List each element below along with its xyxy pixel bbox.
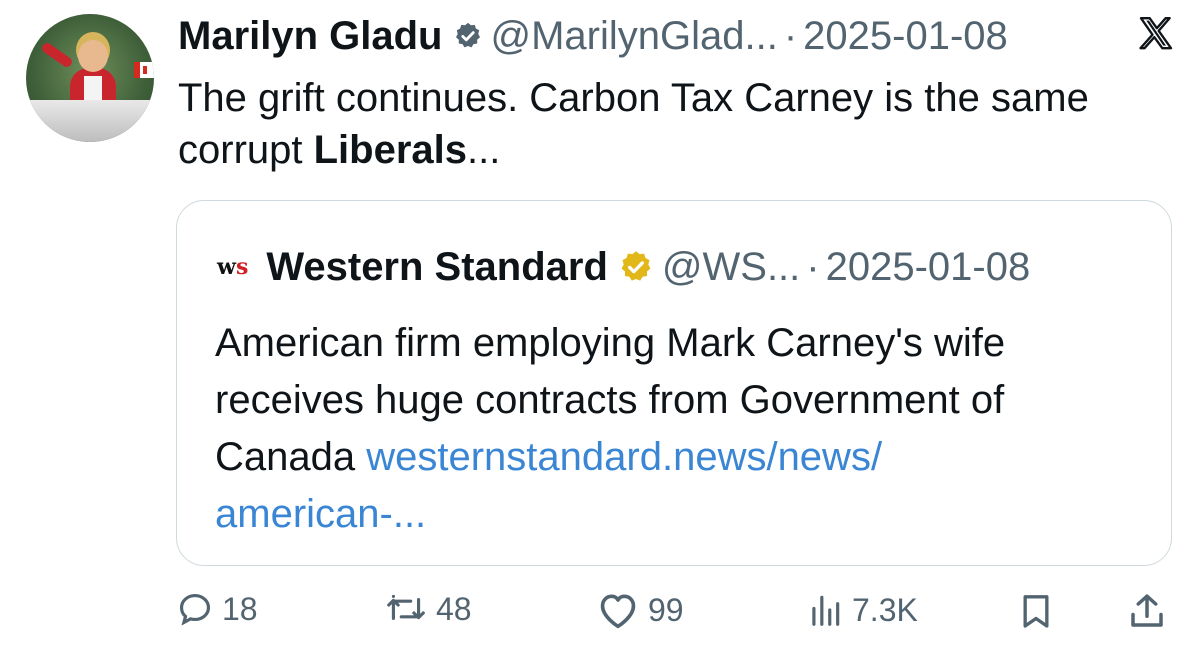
repost-count: 48: [436, 590, 472, 627]
action-bar: 18 48 99 7.3K: [0, 590, 1200, 640]
tweet-text: The grift continues. Carbon Tax Carney i…: [178, 72, 1178, 176]
quoted-text-line: American firm employing Mark Carney's wi…: [215, 321, 1006, 365]
like-count: 99: [648, 591, 684, 628]
x-logo-icon[interactable]: [1136, 14, 1176, 54]
quoted-tweet-card[interactable]: ws Western Standard @WS... · 2025-01-08 …: [176, 200, 1172, 566]
separator-dot: ·: [783, 14, 798, 58]
article-link-continued[interactable]: american-...: [215, 486, 1135, 543]
quoted-author-handle[interactable]: @WS...: [662, 243, 800, 291]
bookmark-icon: [1023, 595, 1049, 628]
reply-button[interactable]: 18: [176, 590, 258, 628]
tweet-text-bold: Liberals: [313, 128, 468, 172]
view-count: 7.3K: [852, 591, 918, 628]
repost-icon: [387, 594, 425, 620]
quoted-text-line: receives huge contracts from Government …: [215, 378, 1005, 422]
views-chart-icon: [812, 595, 840, 626]
heart-icon: [600, 594, 636, 629]
tweet-date[interactable]: 2025-01-08: [803, 12, 1008, 60]
views-button[interactable]: 7.3K: [806, 590, 918, 630]
reply-icon: [179, 593, 211, 626]
reply-count: 18: [222, 590, 258, 627]
author-name[interactable]: Marilyn Gladu: [178, 12, 443, 60]
tweet-header: Marilyn Gladu @MarilynGlad... · 2025-01-…: [178, 12, 1008, 60]
verified-badge-icon: [455, 22, 480, 48]
repost-button[interactable]: 48: [384, 590, 472, 628]
bookmark-button[interactable]: [1016, 590, 1056, 632]
share-button[interactable]: [1126, 590, 1168, 632]
author-handle[interactable]: @MarilynGlad...: [491, 12, 778, 60]
share-icon: [1131, 594, 1163, 627]
avatar[interactable]: [26, 14, 154, 142]
gold-verified-badge-icon: [621, 251, 651, 281]
quoted-tweet-text: American firm employing Mark Carney's wi…: [215, 315, 1135, 543]
like-button[interactable]: 99: [596, 590, 684, 630]
tweet-text-line: corrupt Liberals...: [178, 128, 501, 172]
quoted-author-name[interactable]: Western Standard: [266, 243, 608, 291]
tweet-text-line: The grift continues. Carbon Tax Carney i…: [178, 76, 1089, 120]
quoted-tweet-header: ws Western Standard @WS... · 2025-01-08: [217, 243, 1030, 291]
western-standard-logo: ws: [217, 254, 249, 280]
separator-dot: ·: [806, 245, 820, 289]
quoted-text-line: Canada westernstandard.news/news/: [215, 435, 883, 479]
article-link[interactable]: westernstandard.news/news/: [366, 435, 882, 479]
quoted-tweet-date[interactable]: 2025-01-08: [826, 243, 1031, 291]
